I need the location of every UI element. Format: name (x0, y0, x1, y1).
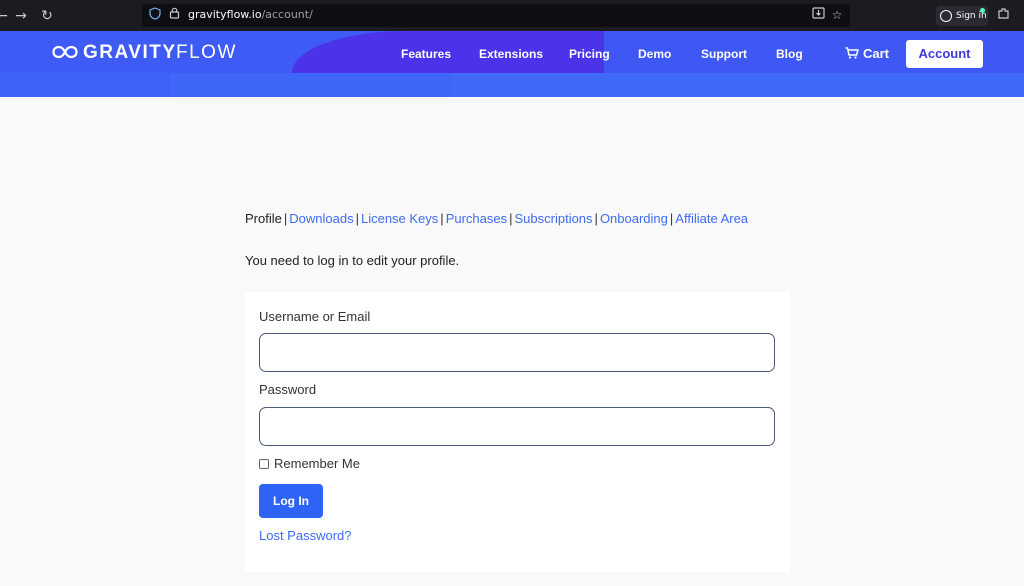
login-notice: You need to log in to edit your profile. (245, 253, 460, 268)
remember-me-label: Remember Me (274, 456, 360, 471)
browser-toolbar: ← → ↻ gravityflow.io/account/ ☆ Sign in (0, 0, 1024, 31)
username-label: Username or Email (259, 309, 371, 324)
nav-pricing[interactable]: Pricing (569, 47, 610, 61)
password-label: Password (259, 382, 317, 397)
shield-icon[interactable] (147, 7, 163, 23)
url-text: gravityflow.io/account/ (188, 8, 313, 21)
site-header: GRAVITY FLOW Features Extensions Pricing… (0, 31, 1024, 97)
address-bar[interactable]: gravityflow.io/account/ ☆ (142, 4, 850, 27)
cart-link[interactable]: Cart (845, 46, 889, 61)
nav-support[interactable]: Support (701, 47, 747, 61)
star-icon[interactable]: ☆ (829, 7, 845, 23)
logo-text-bold: GRAVITY (83, 42, 177, 63)
account-icon (940, 10, 952, 22)
header-band (0, 73, 1024, 97)
tab-onboarding[interactable]: Onboarding (600, 211, 668, 226)
logo-text-light: FLOW (176, 42, 237, 63)
forward-icon[interactable]: → (11, 6, 31, 26)
tab-profile[interactable]: Profile (245, 211, 282, 226)
tab-affiliate-area[interactable]: Affiliate Area (675, 211, 748, 226)
log-in-button[interactable]: Log In (259, 484, 323, 518)
lock-icon[interactable] (166, 7, 182, 23)
tab-license-keys[interactable]: License Keys (361, 211, 438, 226)
account-button[interactable]: Account (906, 40, 983, 68)
tab-subscriptions[interactable]: Subscriptions (515, 211, 593, 226)
lost-password-link[interactable]: Lost Password? (259, 528, 352, 543)
nav-features[interactable]: Features (401, 47, 451, 61)
reload-icon[interactable]: ↻ (37, 6, 57, 26)
extensions-icon[interactable] (993, 6, 1013, 26)
cart-label: Cart (863, 46, 890, 61)
infinity-logo-icon (52, 45, 78, 59)
login-form: Username or Email Password Remember Me L… (245, 292, 790, 572)
username-input[interactable] (259, 333, 775, 372)
header-band-segment (0, 73, 170, 97)
url-path: /account/ (261, 8, 313, 21)
tab-purchases[interactable]: Purchases (446, 211, 507, 226)
nav-demo[interactable]: Demo (638, 47, 671, 61)
notification-dot (980, 8, 985, 13)
reader-view-icon[interactable] (810, 7, 826, 23)
cart-icon (845, 47, 859, 59)
remember-me-checkbox[interactable] (259, 459, 269, 469)
nav-blog[interactable]: Blog (776, 47, 803, 61)
nav-extensions[interactable]: Extensions (479, 47, 543, 61)
account-tabs: Profile | Downloads | License Keys | Purchases… (245, 211, 749, 226)
sign-in-button[interactable]: Sign in (936, 6, 988, 26)
remember-me[interactable]: Remember Me (259, 456, 360, 471)
password-input[interactable] (259, 407, 775, 446)
tab-downloads[interactable]: Downloads (289, 211, 353, 226)
url-domain: gravityflow.io (188, 8, 262, 21)
header-band-segment (452, 73, 1024, 97)
